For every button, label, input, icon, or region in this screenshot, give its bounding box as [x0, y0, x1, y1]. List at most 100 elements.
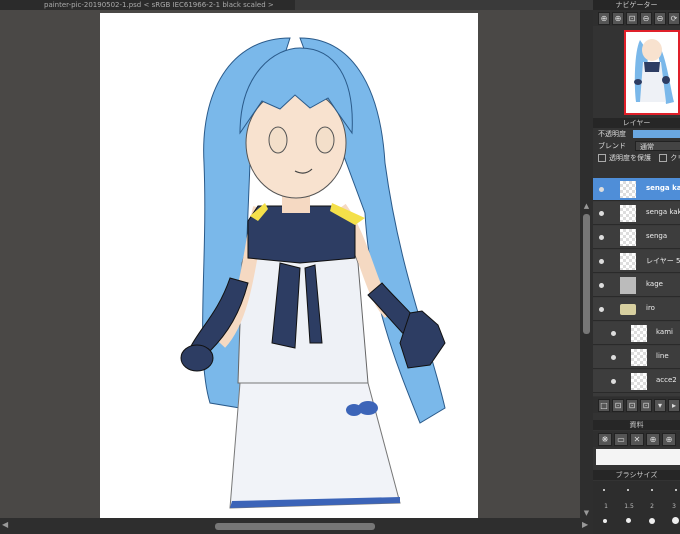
- brush-size-label: 1.5: [624, 503, 634, 510]
- visibility-icon[interactable]: [611, 379, 616, 384]
- layer-thumbnail: [631, 325, 647, 342]
- opacity-slider[interactable]: [633, 130, 680, 138]
- layer-thumbnail: [620, 253, 636, 270]
- materials-toolbar: ❋ ▭ ✕ ⊕ ⊕: [593, 431, 680, 447]
- artwork-illustration: [180, 37, 446, 509]
- layer-name: iro: [646, 304, 655, 312]
- scroll-right-icon[interactable]: ▶: [582, 520, 588, 529]
- brush-size-dot[interactable]: [649, 518, 655, 524]
- brush-size-label: 2: [650, 503, 654, 510]
- layer-header: レイヤー: [593, 118, 680, 128]
- navigator-thumbnail[interactable]: [624, 30, 680, 115]
- horizontal-scrollbar[interactable]: ◀ ▶: [0, 518, 593, 534]
- layer-thumbnail: [620, 181, 636, 198]
- merge-layer-icon[interactable]: ⊡: [626, 399, 638, 412]
- layer-row[interactable]: line: [593, 346, 680, 369]
- artboard[interactable]: [100, 13, 478, 518]
- zoom-out-2-icon[interactable]: ⊖: [654, 12, 666, 25]
- brush-size-header: ブラシサイズ: [593, 470, 680, 480]
- new-layer-icon[interactable]: □: [598, 399, 610, 412]
- visibility-icon[interactable]: [611, 331, 616, 336]
- brush-size-dot[interactable]: [651, 489, 653, 491]
- folder-icon[interactable]: [620, 304, 636, 315]
- layer-folder-row[interactable]: iro: [593, 298, 680, 321]
- brush-size-dot[interactable]: [603, 489, 605, 491]
- brush-size-dot[interactable]: [672, 517, 679, 524]
- visibility-icon[interactable]: [599, 283, 604, 288]
- scroll-up-icon[interactable]: ▲: [580, 200, 593, 212]
- material-delete-icon[interactable]: ✕: [630, 433, 644, 446]
- scroll-left-icon[interactable]: ◀: [2, 520, 8, 529]
- blend-select[interactable]: 通常: [635, 141, 680, 151]
- vertical-scroll-thumb[interactable]: [583, 214, 590, 334]
- opacity-label: 不透明度: [598, 130, 626, 138]
- material-zoom-out-icon[interactable]: ⊕: [662, 433, 676, 446]
- layer-thumbnail: [620, 229, 636, 246]
- visibility-icon[interactable]: [599, 187, 604, 192]
- horizontal-scroll-thumb[interactable]: [215, 523, 375, 530]
- brush-size-grid: 1 1.5 2 3: [593, 481, 680, 534]
- layer-name: senga: [646, 232, 668, 240]
- brush-size-label: 3: [672, 503, 676, 510]
- layer-thumbnail: [620, 277, 636, 294]
- layer-name: line: [656, 352, 669, 360]
- protect-alpha-checkbox[interactable]: [598, 154, 606, 162]
- copy-layer-icon[interactable]: ⊡: [612, 399, 624, 412]
- layer-thumbnail: [631, 349, 647, 366]
- rotate-icon[interactable]: ⟳: [668, 12, 680, 25]
- layer-name: senga kakushi: [646, 184, 680, 192]
- material-zoom-in-icon[interactable]: ⊕: [646, 433, 660, 446]
- layer-name: senga kakushi2: [646, 208, 680, 216]
- mask-layer-icon[interactable]: ⊡: [640, 399, 652, 412]
- layer-name: acce2: [656, 376, 677, 384]
- visibility-icon[interactable]: [611, 355, 616, 360]
- brush-size-dot[interactable]: [626, 518, 631, 523]
- blend-row: ブレンド 通常: [593, 140, 680, 152]
- zoom-out-icon[interactable]: ⊖: [640, 12, 652, 25]
- clipping-checkbox[interactable]: [659, 154, 668, 162]
- layer-name: レイヤー 5: [646, 257, 680, 265]
- materials-header: 資料: [593, 420, 680, 430]
- layer-menu-icon[interactable]: ▾: [654, 399, 666, 412]
- new-folder-icon[interactable]: ▸: [668, 399, 680, 412]
- layer-row[interactable]: senga kakushi2: [593, 202, 680, 225]
- layer-row[interactable]: kami: [593, 322, 680, 345]
- material-folder-icon[interactable]: ▭: [614, 433, 628, 446]
- visibility-icon[interactable]: [599, 307, 604, 312]
- layer-row[interactable]: senga kakushi: [593, 178, 680, 201]
- layer-name: kage: [646, 280, 663, 288]
- layer-options-row: 透明度を保護 クリッ: [593, 152, 680, 164]
- clipping-label: クリッ: [670, 154, 680, 162]
- layer-thumbnail: [620, 205, 636, 222]
- layer-row[interactable]: kage: [593, 274, 680, 297]
- visibility-icon[interactable]: [599, 235, 604, 240]
- layer-toolbar: □ ⊡ ⊡ ⊡ ▾ ▸: [593, 397, 680, 413]
- brush-size-dot[interactable]: [675, 489, 677, 491]
- canvas-area[interactable]: [0, 10, 580, 518]
- zoom-in-icon[interactable]: ⊕: [598, 12, 610, 25]
- visibility-icon[interactable]: [599, 211, 604, 216]
- zoom-in-2-icon[interactable]: ⊕: [612, 12, 624, 25]
- brush-size-dot[interactable]: [603, 519, 607, 523]
- visibility-icon[interactable]: [599, 259, 604, 264]
- protect-alpha-label: 透明度を保護: [609, 154, 651, 162]
- right-panel: ナビゲーター ⊕ ⊕ ⊡ ⊖ ⊖ ⟳ レイヤー 不透明度 ブレンド 通常 透明度…: [593, 0, 680, 534]
- navigator-toolbar: ⊕ ⊕ ⊡ ⊖ ⊖ ⟳: [593, 10, 680, 26]
- material-settings-icon[interactable]: ❋: [598, 433, 612, 446]
- layer-row[interactable]: acce2: [593, 370, 680, 393]
- brush-size-dot[interactable]: [627, 489, 629, 491]
- fit-window-icon[interactable]: ⊡: [626, 12, 638, 25]
- layer-list: senga kakushi senga kakushi2 senga レイヤー …: [593, 178, 680, 396]
- layer-name: kami: [656, 328, 673, 336]
- materials-area[interactable]: [596, 449, 680, 465]
- layer-row[interactable]: senga: [593, 226, 680, 249]
- navigator-header: ナビゲーター: [593, 0, 680, 10]
- layer-thumbnail: [631, 373, 647, 390]
- navigator-preview-image: [634, 39, 674, 104]
- blend-label: ブレンド: [598, 142, 626, 150]
- opacity-row: 不透明度: [593, 128, 680, 140]
- brush-size-label: 1: [604, 503, 608, 510]
- document-title: painter-pic-20190502-1.psd < sRGB IEC619…: [0, 0, 295, 10]
- layer-row[interactable]: レイヤー 5: [593, 250, 680, 273]
- vertical-scrollbar[interactable]: ▲ ▼: [580, 10, 593, 518]
